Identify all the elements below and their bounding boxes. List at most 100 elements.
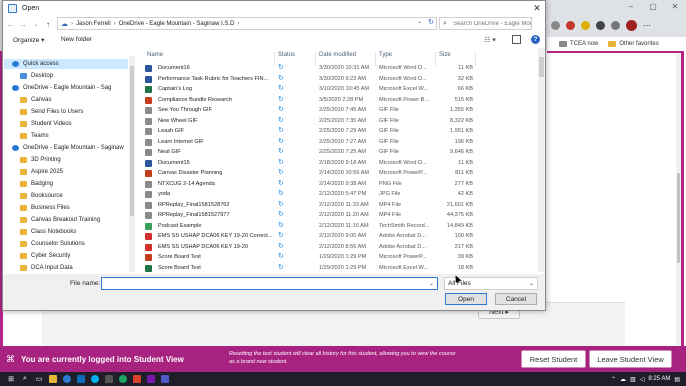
- file-scrollbar[interactable]: [538, 48, 545, 272]
- breadcrumb-item[interactable]: OneDrive - Eagle Mountain - Saginaw I.S.…: [119, 21, 235, 27]
- extension-icon[interactable]: [566, 20, 575, 30]
- column-header-status[interactable]: Status: [278, 52, 295, 58]
- maximize-icon[interactable]: ▢: [642, 0, 664, 12]
- onenote-icon[interactable]: [144, 372, 158, 386]
- forward-arrow-icon[interactable]: →: [18, 18, 28, 30]
- teams-icon[interactable]: [158, 372, 172, 386]
- file-row[interactable]: ↻ Compliance Bundle Research 3/5/2020 2:28…: [141, 96, 539, 107]
- nav-scrollbar[interactable]: [129, 56, 135, 272]
- file-row[interactable]: ↻ Podcast Example 2/12/2020 11:16 AM TechSm…: [141, 222, 539, 233]
- file-row[interactable]: ↻ Performance Task Rubric for Teachers FI…: [141, 75, 539, 86]
- file-row[interactable]: ↻ Leash GIF 2/25/2020 7:29 AM GIF File 1,951…: [141, 127, 539, 138]
- file-row[interactable]: ↻ EMS SS USHAP DCA06 KEY 19-20 Correct...…: [141, 232, 539, 243]
- address-bar[interactable]: ☁ › Jason Ferrell › OneDrive - Eagle Mou…: [57, 17, 437, 30]
- nav-item[interactable]: OneDrive - Eagle Mountain - Sag: [4, 83, 128, 93]
- nav-item[interactable]: Business Files: [4, 203, 128, 213]
- file-row[interactable]: ↻ Score Board Test 1/29/2020 1:29 PM Micros…: [141, 253, 539, 264]
- file-row[interactable]: ↻ yoda 2/12/2020 5:47 PM JPG File 42 KB: [141, 190, 539, 201]
- file-row[interactable]: ↻ RPReplay_Final1581527977 2/12/2020 11:20…: [141, 211, 539, 222]
- nav-item[interactable]: Desktop: [4, 71, 128, 81]
- chevron-down-icon[interactable]: ⌄: [417, 18, 422, 25]
- cancel-button[interactable]: Cancel: [495, 293, 537, 305]
- task-view-icon[interactable]: ▭: [32, 372, 46, 386]
- scrollbar-thumb[interactable]: [677, 173, 680, 263]
- search-input[interactable]: ⌕ Search OneDrive - Eagle Mou...: [439, 17, 532, 30]
- open-button[interactable]: Open: [445, 293, 487, 305]
- volume-icon[interactable]: ◁: [640, 376, 645, 383]
- nav-item[interactable]: Student Videos: [4, 119, 128, 129]
- nav-item[interactable]: Cyber Security: [4, 251, 128, 261]
- file-row[interactable]: ↻ Document15 2/18/2020 9:18 AM Microsoft Wo…: [141, 159, 539, 170]
- column-header-name[interactable]: Name: [147, 52, 163, 58]
- bookmark-tcea[interactable]: TCEA now: [559, 41, 598, 47]
- up-arrow-icon[interactable]: ↑: [43, 18, 53, 30]
- file-row[interactable]: ↻ Captain's Log 3/10/2020 10:45 AM Microsof…: [141, 85, 539, 96]
- clock[interactable]: 8:25 AM: [648, 376, 670, 382]
- recent-locations-icon[interactable]: ⌄: [31, 18, 41, 30]
- close-icon[interactable]: ✕: [531, 2, 543, 14]
- nav-item[interactable]: 3D Printing: [4, 155, 128, 165]
- outlook-icon[interactable]: [74, 372, 88, 386]
- nav-item[interactable]: Quick access: [4, 59, 128, 69]
- nav-item[interactable]: Aspire 2025: [4, 167, 128, 177]
- nav-item[interactable]: Counselor Solutions: [4, 239, 128, 249]
- extension-icon[interactable]: [611, 20, 620, 30]
- file-row[interactable]: ↻ NTXCUG 2-14 Agenda 2/14/2020 9:38 AM PNG …: [141, 180, 539, 191]
- more-menu-icon[interactable]: ⋯: [643, 21, 651, 30]
- nav-item[interactable]: Canvas: [4, 95, 128, 105]
- nav-item[interactable]: Booksource: [4, 191, 128, 201]
- file-explorer-icon[interactable]: [46, 372, 60, 386]
- minimize-icon[interactable]: –: [620, 0, 642, 12]
- app-icon[interactable]: [130, 372, 144, 386]
- chevron-down-icon[interactable]: ⌄: [429, 280, 434, 287]
- file-row[interactable]: ↻ EMS SS USHAP DCA06 KEY 19-20 2/12/2020 8…: [141, 243, 539, 254]
- nav-item[interactable]: OneDrive - Eagle Mountain - Saginaw: [4, 143, 128, 153]
- close-window-icon[interactable]: ✕: [664, 0, 686, 12]
- new-folder-button[interactable]: New folder: [61, 36, 92, 43]
- filename-input[interactable]: [101, 277, 438, 290]
- column-header-date[interactable]: Date modified: [319, 52, 356, 58]
- file-row[interactable]: ↻ Neat GIF 2/25/2020 7:25 AM GIF File 9,646 …: [141, 148, 539, 159]
- file-row[interactable]: ↻ New Wheel GIF 2/25/2020 7:35 AM GIF File 8…: [141, 117, 539, 128]
- help-icon[interactable]: ?: [531, 35, 540, 44]
- scrollbar-thumb[interactable]: [539, 57, 544, 77]
- edge-icon[interactable]: [60, 372, 74, 386]
- extension-icon[interactable]: [581, 20, 590, 30]
- nav-item[interactable]: Badging: [4, 179, 128, 189]
- file-row[interactable]: ↻ Canvas Disaster Planning 2/14/2020 10:56…: [141, 169, 539, 180]
- back-arrow-icon[interactable]: ←: [6, 18, 16, 30]
- bookmark-other-favorites[interactable]: Other favorites: [608, 41, 659, 47]
- scrollbar-thumb[interactable]: [130, 66, 134, 216]
- app-icon[interactable]: [102, 372, 116, 386]
- file-row[interactable]: ↻ See You Through GIF 2/25/2020 7:45 AM GIF…: [141, 106, 539, 117]
- view-options-icon[interactable]: ☷ ▾: [484, 36, 496, 44]
- page-scrollbar[interactable]: [676, 53, 681, 345]
- breadcrumb-item[interactable]: Jason Ferrell: [76, 21, 111, 27]
- profile-avatar[interactable]: [626, 19, 637, 31]
- file-row[interactable]: ↻ RPReplay_Final1581528762 2/12/2020 11:33…: [141, 201, 539, 212]
- file-row[interactable]: ↻ Learn Internet GIF 2/25/2020 7:27 AM GIF …: [141, 138, 539, 149]
- preview-pane-icon[interactable]: [512, 35, 521, 44]
- skype-icon[interactable]: [88, 372, 102, 386]
- search-icon[interactable]: ⌕: [18, 372, 32, 386]
- nav-item[interactable]: Send Files to Users: [4, 107, 128, 117]
- extension-icon[interactable]: [596, 20, 605, 30]
- chevron-up-icon[interactable]: ⌃: [611, 376, 616, 383]
- column-header-type[interactable]: Type: [379, 52, 392, 58]
- extension-icon[interactable]: [551, 20, 560, 30]
- notifications-icon[interactable]: ▤: [674, 376, 680, 383]
- chrome-icon[interactable]: [116, 372, 130, 386]
- nav-item[interactable]: Canvas Breakout Training: [4, 215, 128, 225]
- nav-item[interactable]: Teams: [4, 131, 128, 141]
- organize-button[interactable]: Organize ▾: [13, 36, 44, 44]
- leave-student-view-button[interactable]: Leave Student View: [589, 350, 672, 368]
- nav-item[interactable]: DCA Input Data: [4, 263, 128, 272]
- network-icon[interactable]: ▥: [630, 376, 636, 383]
- cloud-icon[interactable]: ☁: [620, 376, 626, 383]
- nav-item[interactable]: Class Notebooks: [4, 227, 128, 237]
- column-header-size[interactable]: Size: [439, 52, 451, 58]
- windows-start-icon[interactable]: ⊞: [4, 372, 18, 386]
- refresh-icon[interactable]: ↻: [428, 18, 434, 26]
- file-row[interactable]: ↻ Score Board Test 1/29/2020 1:29 PM Micros…: [141, 264, 539, 273]
- file-row[interactable]: ↻ Document16 3/30/2020 10:31 AM Microsoft W…: [141, 64, 539, 75]
